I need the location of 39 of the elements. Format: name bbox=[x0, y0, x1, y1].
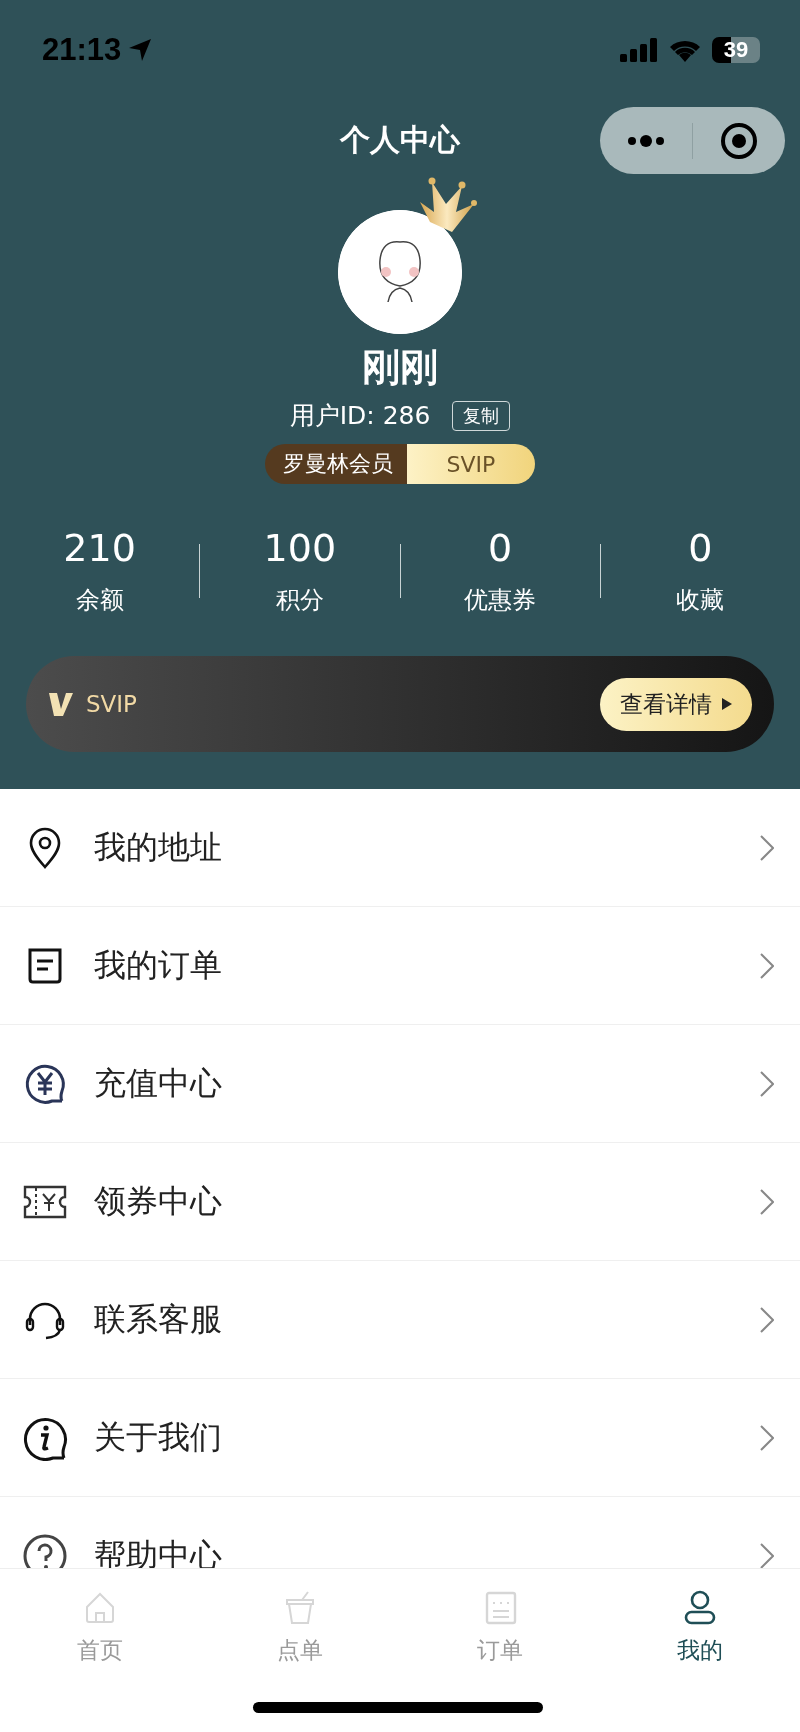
more-icon[interactable] bbox=[626, 133, 666, 148]
signal-icon bbox=[620, 38, 658, 62]
status-time: 21:13 bbox=[42, 32, 122, 68]
stat-value[interactable]: 0 bbox=[488, 526, 513, 570]
chevron-right-icon bbox=[760, 952, 774, 979]
membership-tier: 罗曼林会员 bbox=[265, 444, 407, 484]
menu-item[interactable]: 充值中心 bbox=[0, 1025, 800, 1143]
chevron-right-icon bbox=[760, 1306, 774, 1333]
menu-item[interactable]: 我的订单 bbox=[0, 907, 800, 1025]
location-arrow-icon bbox=[127, 37, 154, 63]
menu-item[interactable]: 我的地址 bbox=[0, 789, 800, 907]
stat-value[interactable]: 210 bbox=[63, 526, 136, 570]
stat-value[interactable]: 0 bbox=[688, 526, 713, 570]
stat-label[interactable]: 余额 bbox=[75, 584, 124, 616]
stat-label[interactable]: 收藏 bbox=[676, 584, 725, 616]
chevron-right-icon bbox=[760, 1542, 774, 1568]
user-name: 刚刚 bbox=[362, 344, 438, 391]
page-title: 个人中心 bbox=[340, 120, 460, 159]
membership-level: SVIP bbox=[407, 444, 535, 484]
chevron-right-icon bbox=[760, 834, 774, 861]
stat-label[interactable]: 积分 bbox=[275, 584, 324, 616]
user-id: 用户ID: 286 bbox=[289, 400, 431, 432]
menu-item[interactable]: 领券中心 bbox=[0, 1143, 800, 1261]
menu-item[interactable]: 关于我们 bbox=[0, 1379, 800, 1497]
close-target-icon[interactable] bbox=[720, 121, 758, 160]
chevron-right-icon bbox=[760, 1188, 774, 1215]
person-icon bbox=[682, 1589, 718, 1625]
chevron-right-icon bbox=[760, 1070, 774, 1097]
copy-button[interactable]: 复制 bbox=[452, 400, 511, 431]
triangle-right-icon bbox=[722, 698, 732, 710]
menu-item[interactable]: 联系客服 bbox=[0, 1261, 800, 1379]
stat-value[interactable]: 100 bbox=[263, 526, 337, 570]
details-button[interactable]: 查看详情 bbox=[600, 677, 752, 731]
svip-label: SVIP bbox=[86, 691, 138, 717]
v-logo-icon bbox=[48, 691, 74, 717]
stat-label[interactable]: 优惠券 bbox=[464, 584, 537, 616]
tab-item[interactable]: 我的 bbox=[600, 1569, 800, 1667]
help-icon bbox=[22, 1532, 68, 1568]
chevron-right-icon bbox=[760, 1424, 774, 1451]
